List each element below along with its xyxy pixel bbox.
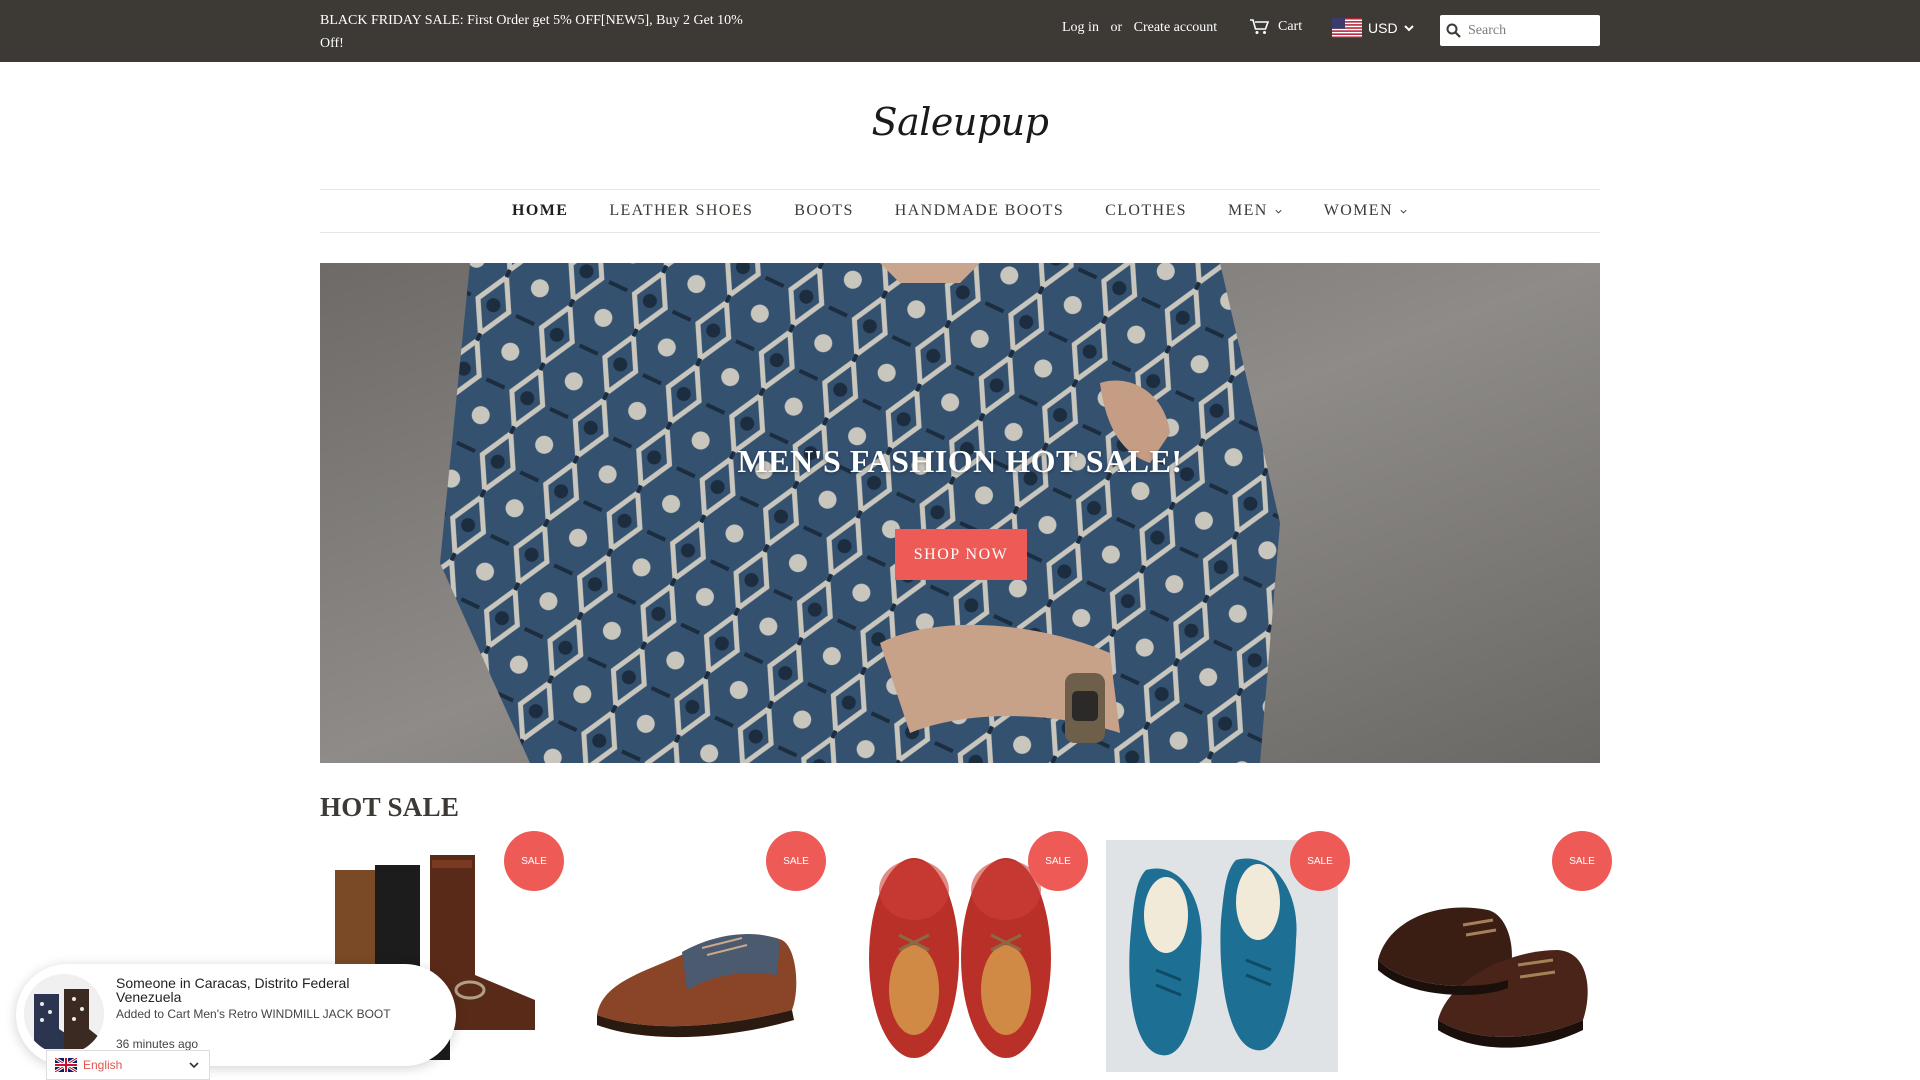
cart-link[interactable]: Cart xyxy=(1250,19,1302,35)
activity-description: Added to Cart Men's Retro WINDMILL JACK … xyxy=(116,1007,391,1021)
currency-selector[interactable]: USD xyxy=(1332,18,1414,38)
language-selector[interactable]: English xyxy=(46,1050,210,1080)
nav-label: LEATHER SHOES xyxy=(609,202,754,219)
hero-title: MEN'S FASHION HOT SALE! xyxy=(737,443,1183,479)
sale-badge: SALE xyxy=(766,831,826,891)
or-text: or xyxy=(1110,20,1123,35)
search-input[interactable] xyxy=(1468,22,1588,39)
nav-label: BOOTS xyxy=(794,202,854,219)
nav-item-home[interactable]: HOME xyxy=(512,202,568,220)
language-label: English xyxy=(83,1058,123,1072)
nav-item-clothes[interactable]: CLOTHES xyxy=(1105,202,1187,220)
chevron-down-icon xyxy=(189,1062,199,1069)
nav-label: MEN xyxy=(1227,202,1268,219)
promo-text: BLACK FRIDAY SALE: First Order get 5% OF… xyxy=(320,13,743,51)
boot-thumbnail-image xyxy=(24,974,104,1054)
cart-icon xyxy=(1250,19,1270,34)
sale-badge: SALE xyxy=(1552,831,1612,891)
create-account-link[interactable]: Create account xyxy=(1134,20,1218,35)
nav-label: HOME xyxy=(512,202,569,219)
nav-item-handmade-boots[interactable]: HANDMADE BOOTS xyxy=(895,202,1064,220)
sale-badge: SALE xyxy=(504,831,564,891)
nav-label: CLOTHES xyxy=(1105,202,1187,219)
activity-location: Someone in Caracas, Distrito Federal Ven… xyxy=(116,975,350,1005)
nav-item-leather-shoes[interactable]: LEATHER SHOES xyxy=(609,202,753,220)
section-title: HOT SALE xyxy=(320,792,460,822)
store-logo[interactable]: Saleupup xyxy=(0,100,1920,144)
login-link[interactable]: Log in xyxy=(1062,20,1099,35)
sale-badge: SALE xyxy=(1028,831,1088,891)
nav-item-men[interactable]: MEN xyxy=(1228,202,1283,220)
activity-time: 36 minutes ago xyxy=(116,1037,199,1051)
us-flag-icon xyxy=(1332,18,1362,38)
account-links: Log in or Create account xyxy=(1062,20,1217,36)
product-card[interactable]: SALE xyxy=(844,831,1088,1072)
search-box xyxy=(1440,15,1600,46)
hero-banner: MEN'S FASHION HOT SALE! SHOP NOW xyxy=(320,263,1600,763)
nav-label: HANDMADE BOOTS xyxy=(894,202,1065,219)
product-thumbnail xyxy=(24,974,104,1054)
nav-label: WOMEN xyxy=(1323,202,1393,219)
product-card[interactable]: SALE xyxy=(1368,831,1612,1072)
search-icon[interactable] xyxy=(1446,23,1461,38)
product-card[interactable]: SALE xyxy=(582,831,826,1072)
chevron-down-icon xyxy=(1400,209,1407,213)
main-navigation: HOME LEATHER SHOES BOOTS HANDMADE BOOTS … xyxy=(320,189,1600,233)
hero-image xyxy=(320,263,1600,763)
chevron-down-icon xyxy=(1275,209,1282,213)
uk-flag-icon xyxy=(55,1058,77,1072)
cart-label: Cart xyxy=(1278,19,1303,34)
product-grid: SALE SALE SALE SALE SALE xyxy=(320,831,1620,1080)
currency-label: USD xyxy=(1368,20,1398,36)
sale-badge: SALE xyxy=(1290,831,1350,891)
shop-now-button[interactable]: SHOP NOW xyxy=(895,529,1027,580)
chevron-down-icon xyxy=(1403,25,1414,32)
nav-item-women[interactable]: WOMEN xyxy=(1324,202,1408,220)
nav-item-boots[interactable]: BOOTS xyxy=(794,202,853,220)
announcement-bar: BLACK FRIDAY SALE: First Order get 5% OF… xyxy=(0,0,1920,62)
product-card[interactable]: SALE xyxy=(1106,831,1350,1072)
